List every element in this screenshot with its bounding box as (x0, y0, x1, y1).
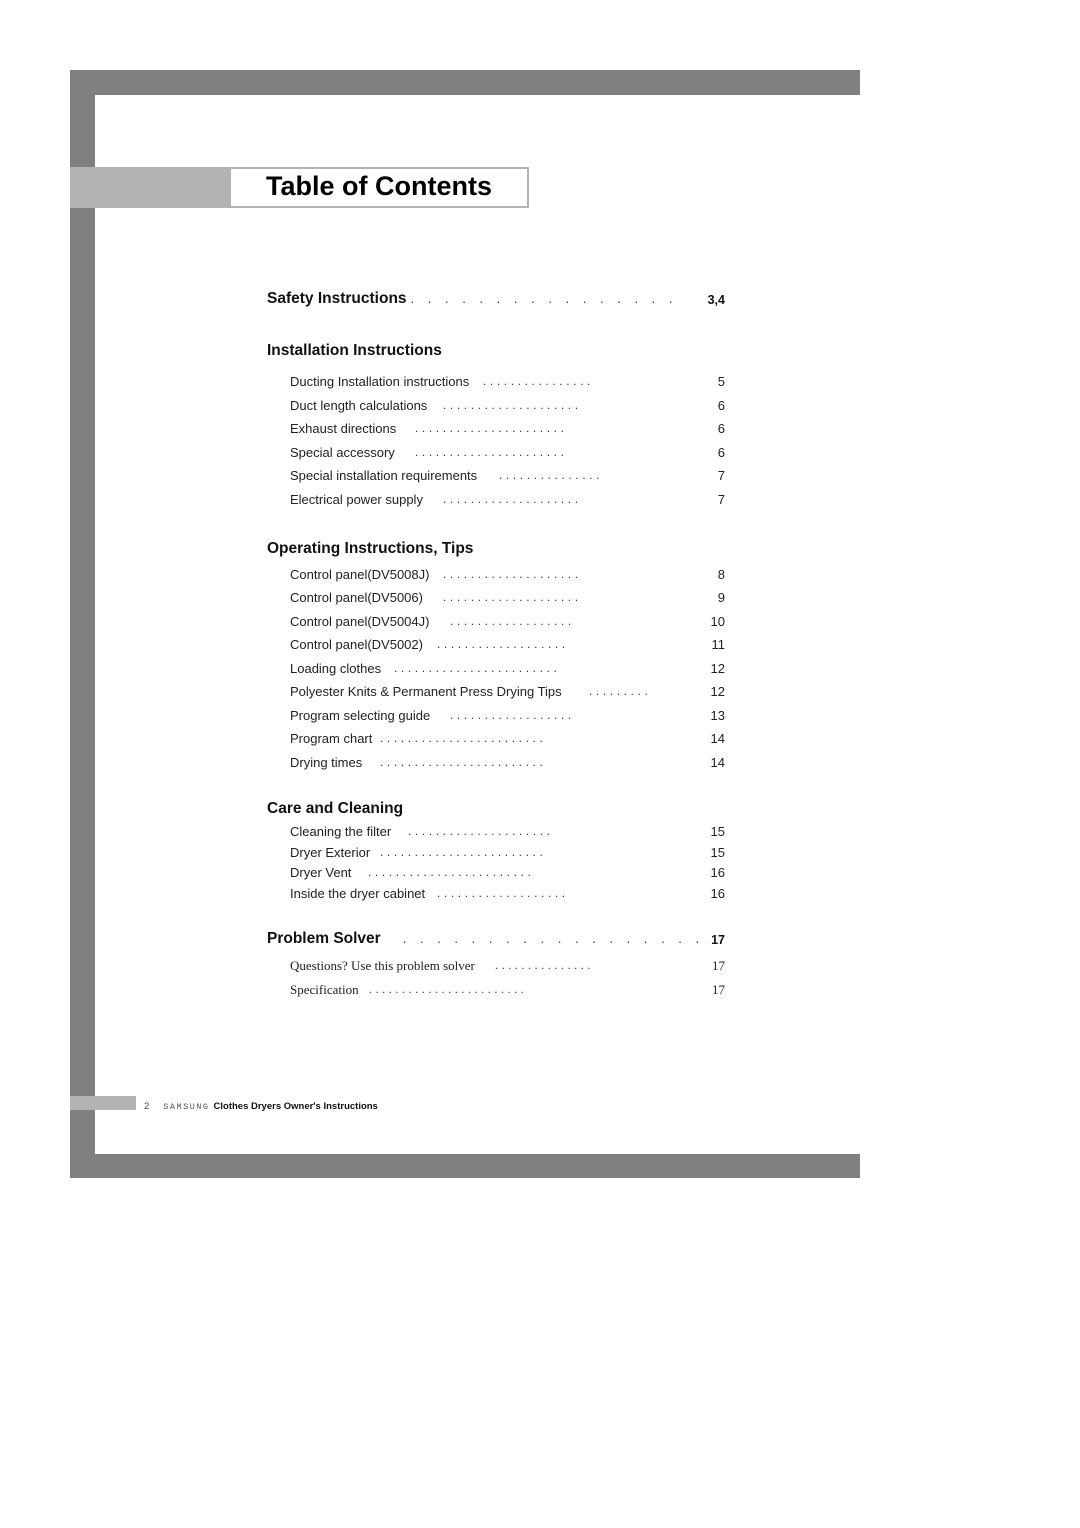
dot-leader: ............... (499, 468, 604, 482)
footer-document-title: Clothes Dryers Owner's Instructions (213, 1101, 378, 1112)
item-title: Control panel(DV5006) (290, 590, 423, 605)
item-title: Control panel(DV5002) (290, 637, 423, 652)
dot-leader: ........................ (380, 845, 547, 859)
section-page: 17 (711, 933, 725, 947)
section-title: Installation Instructions (267, 342, 442, 359)
toc-section-care[interactable]: Care and Cleaning (267, 800, 725, 818)
dot-leader: ..................... (408, 824, 554, 838)
item-title: Polyester Knits & Permanent Press Drying… (290, 684, 562, 699)
item-page: 7 (717, 468, 725, 483)
toc-section-installation[interactable]: Installation Instructions (267, 342, 725, 360)
item-title: Program selecting guide (290, 708, 431, 723)
item-title: Specification (290, 982, 359, 997)
dot-leader: ...................... (415, 445, 568, 459)
item-page: 17 (712, 982, 725, 997)
dot-leader: ................... (437, 886, 569, 900)
item-page: 11 (711, 637, 726, 652)
title-accent-band (70, 167, 230, 208)
dot-leader: .................... (443, 492, 582, 506)
item-page: 6 (717, 445, 725, 460)
item-title: Ducting Installation instructions (290, 374, 470, 389)
section-title: Operating Instructions, Tips (267, 540, 474, 557)
frame-top-bar (70, 70, 860, 95)
item-page: 9 (717, 590, 725, 605)
item-page: 8 (717, 567, 725, 582)
dot-leader: ......... (589, 684, 652, 698)
item-page: 15 (710, 845, 725, 860)
item-title: Questions? Use this problem solver (290, 958, 475, 973)
dot-leader: .................. (450, 614, 575, 628)
item-page: 10 (710, 614, 725, 629)
toc-section-problem-solver[interactable]: Problem Solver . . . . . . . . . . . . . … (267, 930, 725, 948)
dot-leader: ............... (495, 958, 594, 972)
dot-leader: ................ (483, 374, 594, 388)
toc-section-operating[interactable]: Operating Instructions, Tips (267, 540, 725, 558)
title-box: Table of Contents (229, 167, 529, 208)
item-title: Control panel(DV5004J) (290, 614, 430, 629)
dot-leader: .................... (443, 567, 582, 581)
dot-leader: . . . . . . . . . . . . . . . . (410, 291, 678, 306)
item-title: Dryer Exterior (290, 845, 371, 860)
item-title: Special accessory (290, 445, 395, 460)
item-page: 16 (710, 865, 725, 880)
frame-bottom-bar (70, 1154, 860, 1178)
frame-left-bar (70, 70, 95, 1178)
dot-leader: ........................ (380, 731, 547, 745)
item-page: 17 (712, 958, 725, 973)
item-title: Electrical power supply (290, 492, 423, 507)
item-page: 15 (710, 824, 725, 839)
dot-leader: .................... (443, 398, 582, 412)
footer-page-number: 2 (144, 1101, 150, 1112)
item-title: Exhaust directions (290, 421, 397, 436)
item-title: Duct length calculations (290, 398, 428, 413)
dot-leader: ........................ (380, 755, 547, 769)
toc-section-safety[interactable]: Safety Instructions. . . . . . . . . . .… (267, 290, 725, 308)
item-page: 5 (717, 374, 725, 389)
item-title: Loading clothes (290, 661, 382, 676)
dot-leader: . . . . . . . . . . . . . . . . . . (402, 931, 705, 946)
item-page: 14 (710, 731, 725, 746)
item-title: Control panel(DV5008J) (290, 567, 430, 582)
section-title: Safety Instructions (267, 290, 407, 307)
item-title: Drying times (290, 755, 363, 770)
dot-leader: ........................ (369, 982, 528, 996)
dot-leader: ........................ (394, 661, 561, 675)
section-title: Problem Solver (267, 930, 381, 947)
section-title: Care and Cleaning (267, 800, 404, 817)
section-page: 3,4 (707, 293, 725, 307)
item-page: 14 (710, 755, 725, 770)
item-title: Inside the dryer cabinet (290, 886, 426, 901)
dot-leader: ................... (437, 637, 569, 651)
item-page: 16 (710, 886, 725, 901)
item-title: Program chart (290, 731, 373, 746)
footer-accent-band (70, 1096, 136, 1110)
dot-leader: ...................... (415, 421, 568, 435)
dot-leader: ........................ (368, 865, 535, 879)
item-title: Dryer Vent (290, 865, 352, 880)
dot-leader: .................... (443, 590, 582, 604)
item-page: 12 (710, 684, 725, 699)
item-page: 6 (717, 398, 725, 413)
item-page: 12 (710, 661, 725, 676)
item-page: 13 (710, 708, 725, 723)
dot-leader: .................. (450, 708, 575, 722)
footer-brand: SAMSUNG (163, 1102, 210, 1112)
item-title: Special installation requirements (290, 468, 478, 483)
page-title: Table of Contents (266, 171, 492, 201)
footer: 2 SAMSUNG Clothes Dryers Owner's Instructi… (144, 1101, 378, 1112)
item-title: Cleaning the filter (290, 824, 392, 839)
item-page: 7 (717, 492, 725, 507)
item-page: 6 (717, 421, 725, 436)
